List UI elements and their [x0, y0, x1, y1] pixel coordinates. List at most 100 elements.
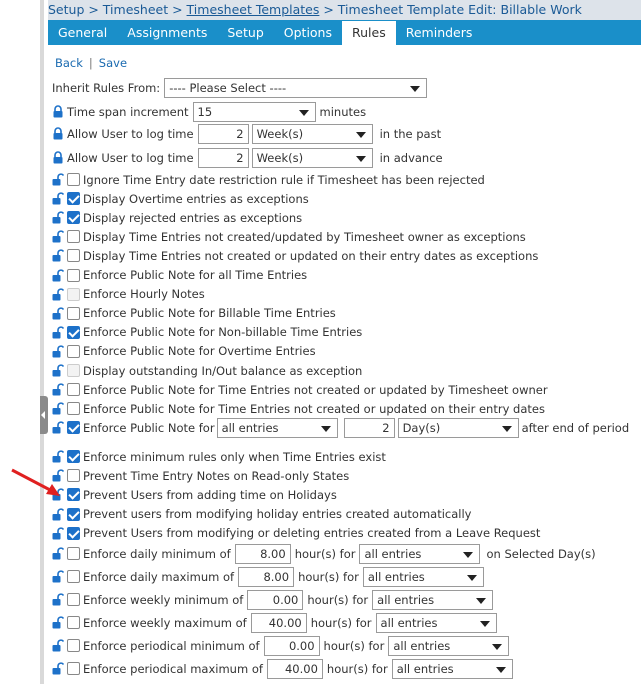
rule-label: Prevent users from modifying holiday ent…	[83, 507, 472, 522]
enforce-scope-select[interactable]: all entries	[391, 658, 513, 679]
rule-checkbox[interactable]	[67, 488, 80, 502]
unlocked-lock-icon[interactable]	[52, 192, 64, 205]
unlocked-lock-icon[interactable]	[52, 364, 64, 377]
breadcrumb-link-timesheet-templates[interactable]: Timesheet Templates	[187, 2, 320, 17]
tab-reminders[interactable]: Reminders	[396, 20, 483, 45]
unlocked-lock-icon[interactable]	[52, 639, 64, 652]
rule-checkbox[interactable]	[67, 268, 80, 282]
public-note-unit-select[interactable]: Day(s)	[397, 417, 519, 438]
rule-checkbox[interactable]	[67, 364, 80, 377]
rule-row: Prevent users from modifying holiday ent…	[52, 505, 472, 524]
save-link[interactable]: Save	[99, 56, 127, 70]
unlocked-lock-icon[interactable]	[52, 211, 64, 224]
unlocked-lock-icon[interactable]	[52, 230, 64, 243]
unlocked-lock-icon[interactable]	[52, 173, 64, 186]
tab-setup[interactable]: Setup	[217, 20, 273, 45]
rule-checkbox[interactable]	[67, 383, 80, 397]
enforce-mid-label: hour(s) for	[310, 615, 372, 630]
back-link[interactable]: Back	[55, 56, 83, 70]
public-note-days-input[interactable]: 2	[343, 417, 395, 438]
lock-icon[interactable]	[52, 105, 64, 118]
lock-icon[interactable]	[52, 151, 64, 164]
unlocked-lock-icon[interactable]	[52, 570, 64, 583]
rule-label: Ignore Time Entry date restriction rule …	[83, 172, 485, 187]
enforce-scope-select[interactable]: all entries	[359, 543, 481, 564]
rule-checkbox[interactable]	[67, 402, 80, 416]
rule-checkbox[interactable]	[67, 306, 80, 320]
unlocked-lock-icon[interactable]	[52, 287, 64, 301]
advance-number-input[interactable]: 2	[197, 147, 249, 168]
enforce-scope-select[interactable]: all entries	[388, 635, 510, 656]
unlocked-lock-icon[interactable]	[52, 662, 64, 675]
enforce-hours-input[interactable]: 40.00	[266, 658, 323, 679]
rule-checkbox[interactable]	[67, 325, 80, 339]
enforce-checkbox[interactable]	[67, 570, 80, 583]
tab-options[interactable]: Options	[274, 20, 342, 45]
rule-checkbox[interactable]	[67, 230, 80, 244]
enforce-hours-input[interactable]: 8.00	[234, 543, 291, 564]
enforce-hours-input[interactable]: 0.00	[263, 635, 320, 656]
rule-row: Prevent Users from modifying or deleting…	[52, 524, 540, 543]
enforce-row: Enforce periodical maximum of 40.00 hour(s…	[52, 658, 513, 679]
enforce-checkbox[interactable]	[67, 662, 80, 675]
public-note-period-checkbox[interactable]	[67, 421, 80, 434]
rule-checkbox[interactable]	[67, 192, 80, 206]
unlocked-lock-icon[interactable]	[52, 345, 64, 358]
public-note-period-row: Enforce Public Note for all entries 2 Da…	[52, 417, 629, 438]
enforce-label: Enforce weekly maximum of	[83, 615, 247, 630]
rule-checkbox[interactable]	[67, 344, 80, 358]
advance-unit-select[interactable]: Week(s)	[251, 147, 373, 168]
unlocked-lock-icon[interactable]	[52, 421, 64, 434]
rule-checkbox[interactable]	[67, 526, 80, 540]
enforce-checkbox[interactable]	[67, 593, 80, 606]
enforce-checkbox[interactable]	[67, 547, 80, 560]
rule-row: Enforce Public Note for all Time Entries	[52, 266, 307, 285]
past-unit-select[interactable]: Week(s)	[251, 123, 373, 144]
timespan-select[interactable]: 15	[192, 101, 316, 122]
enforce-mid-label: hour(s) for	[323, 638, 385, 653]
rule-label: Display rejected entries as exceptions	[83, 210, 303, 225]
tab-rules[interactable]: Rules	[342, 21, 396, 45]
enforce-checkbox[interactable]	[67, 639, 80, 652]
unlocked-lock-icon[interactable]	[52, 616, 64, 629]
rule-checkbox[interactable]	[67, 469, 80, 483]
rule-label: Prevent Users from adding time on Holida…	[83, 487, 337, 502]
unlocked-lock-icon[interactable]	[52, 402, 64, 415]
rule-row: Display outstanding In/Out balance as ex…	[52, 361, 362, 380]
rule-checkbox[interactable]	[67, 173, 80, 186]
advance-suffix: in advance	[379, 150, 443, 165]
unlocked-lock-icon[interactable]	[52, 593, 64, 606]
unlocked-lock-icon[interactable]	[52, 507, 64, 521]
unlocked-lock-icon[interactable]	[52, 268, 64, 282]
past-number-input[interactable]: 2	[197, 123, 249, 144]
enforce-checkbox[interactable]	[67, 616, 80, 629]
unlocked-lock-icon[interactable]	[52, 326, 64, 339]
rule-row: Prevent Time Entry Notes on Read-only St…	[52, 466, 349, 485]
collapse-panel-handle[interactable]	[40, 396, 48, 434]
lock-icon[interactable]	[52, 127, 64, 140]
rule-checkbox[interactable]	[67, 211, 80, 225]
enforce-hours-input[interactable]: 8.00	[238, 566, 295, 587]
inherit-rules-select[interactable]: ---- Please Select ----	[164, 77, 428, 98]
unlocked-lock-icon[interactable]	[52, 527, 64, 540]
enforce-scope-select[interactable]: all entries	[362, 566, 484, 587]
rule-row: Display Time Entries not created or upda…	[52, 246, 538, 265]
rule-checkbox[interactable]	[67, 287, 80, 301]
unlocked-lock-icon[interactable]	[52, 383, 64, 396]
unlocked-lock-icon[interactable]	[52, 547, 64, 560]
enforce-scope-select[interactable]: all entries	[372, 589, 494, 610]
rule-label: Display Time Entries not created/updated…	[83, 229, 526, 244]
rule-checkbox[interactable]	[67, 450, 80, 463]
rule-checkbox[interactable]	[67, 249, 80, 263]
tab-general[interactable]: General	[48, 20, 117, 45]
public-note-scope-select[interactable]: all entries	[216, 417, 338, 438]
unlocked-lock-icon[interactable]	[52, 249, 64, 262]
enforce-row: Enforce daily minimum of 8.00 hour(s) for a…	[52, 543, 596, 564]
unlocked-lock-icon[interactable]	[52, 307, 64, 320]
enforce-scope-select[interactable]: all entries	[375, 612, 497, 633]
enforce-hours-input[interactable]: 40.00	[250, 612, 307, 633]
tab-assignments[interactable]: Assignments	[117, 20, 217, 45]
unlocked-lock-icon[interactable]	[52, 450, 64, 463]
rule-checkbox[interactable]	[67, 507, 80, 521]
enforce-hours-input[interactable]: 0.00	[247, 589, 304, 610]
